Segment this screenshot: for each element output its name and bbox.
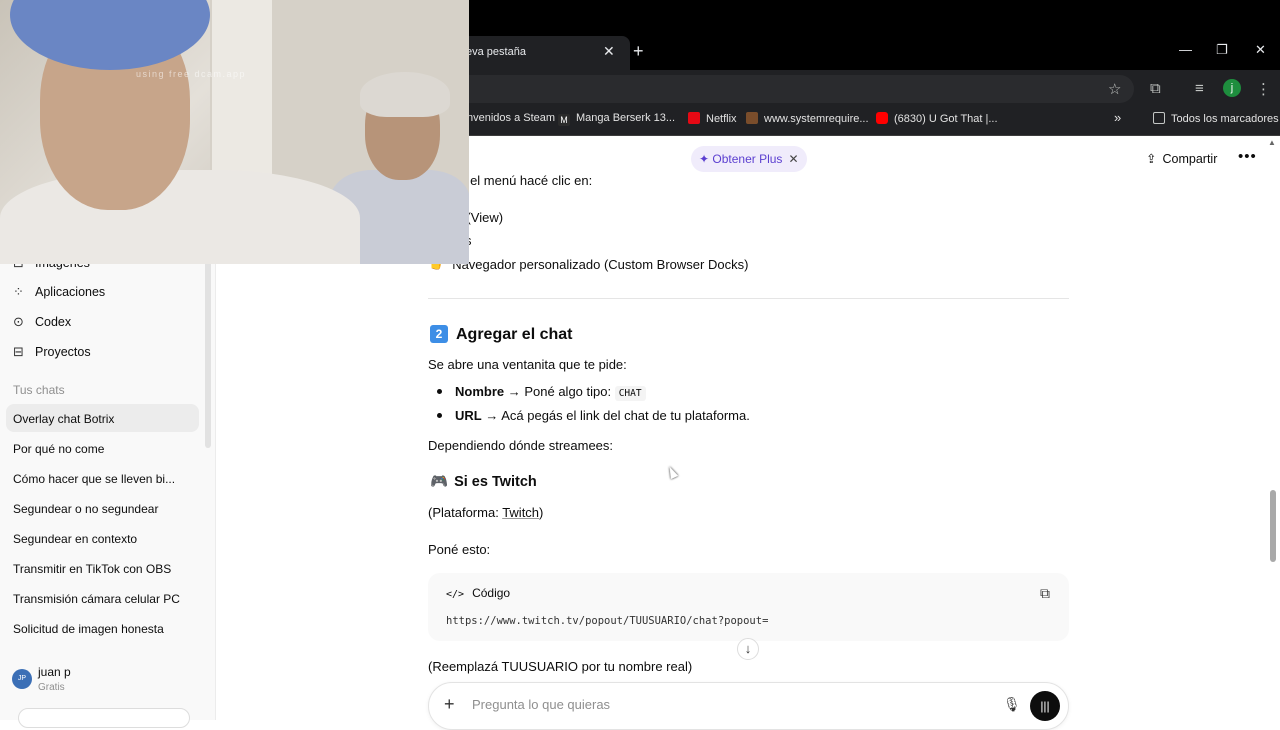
close-icon[interactable]: ✕	[788, 152, 798, 166]
profile-avatar[interactable]: j	[1223, 79, 1241, 97]
sidebar-item-aplicaciones[interactable]: ⁘ Aplicaciones	[13, 284, 105, 300]
bookmark-youtube[interactable]: (6830) U Got That |...	[876, 112, 998, 125]
bookmark-systemrequirements[interactable]: www.systemrequire...	[746, 112, 869, 125]
chat-item[interactable]: Transmitir en TikTok con OBS	[13, 562, 171, 576]
chat-item[interactable]: Segundear o no segundear	[13, 502, 158, 516]
inline-code: CHAT	[614, 386, 646, 401]
site-favicon-icon	[746, 112, 758, 124]
code-block	[428, 573, 1069, 641]
new-tab-button[interactable]: +	[633, 41, 644, 62]
user-plan: Gratis	[38, 682, 65, 693]
menu-instruction: en el menú hacé clic en:	[452, 173, 593, 188]
chat-item[interactable]: Solicitud de imagen honesta	[13, 622, 164, 636]
code-icon: </>	[446, 589, 465, 600]
bookmark-netflix[interactable]: Netflix	[688, 112, 737, 125]
divider	[428, 298, 1069, 299]
number-badge: 2	[430, 325, 448, 343]
webcam-watermark: using free dcam.app	[136, 69, 247, 79]
field-url: URL → Acá pegás el link del chat de tu p…	[455, 408, 750, 423]
depending-text: Dependiendo dónde streamees:	[428, 438, 614, 453]
all-bookmarks[interactable]: Todos los marcadores	[1153, 112, 1279, 125]
code-text: https://www.twitch.tv/popout/TUUSUARIO/c…	[446, 615, 769, 627]
user-avatar[interactable]: JP	[12, 669, 32, 689]
extensions-icon[interactable]: ⧉	[1150, 80, 1161, 97]
scroll-up-arrow-icon[interactable]: ▲	[1268, 138, 1276, 147]
manga-icon: M	[558, 114, 570, 126]
main-scrollbar[interactable]	[1270, 490, 1276, 562]
chat-item[interactable]: Cómo hacer que se lleven bi...	[13, 472, 175, 486]
bookmark-manga[interactable]: M Manga Berserk 13...	[558, 112, 675, 126]
browser-menu-icon[interactable]: ⋮	[1256, 80, 1271, 98]
more-options-icon[interactable]: •••	[1238, 148, 1257, 165]
bookmark-star-icon[interactable]: ☆	[1108, 80, 1121, 98]
put-this-text: Poné esto:	[428, 542, 491, 557]
close-window-button[interactable]: ✕	[1255, 42, 1266, 58]
user-name[interactable]: juan p	[38, 665, 71, 679]
voice-mode-button[interactable]: |||	[1030, 691, 1060, 721]
scroll-down-button[interactable]: ↓	[737, 638, 759, 660]
chats-section-title: Tus chats	[13, 383, 65, 397]
codex-icon: ⊙	[13, 314, 24, 329]
code-label: </> Código	[446, 586, 511, 600]
netflix-icon	[688, 112, 700, 124]
bullet	[437, 413, 442, 418]
field-nombre: Nombre → Poné algo tipo: CHAT	[455, 384, 646, 401]
media-controls-icon[interactable]: ≡	[1195, 80, 1204, 97]
menu-step: 👉 Navegador personalizado (Custom Browser…	[430, 257, 749, 272]
upgrade-button[interactable]	[18, 708, 190, 728]
chat-item[interactable]: Segundear en contexto	[13, 532, 137, 546]
microphone-icon[interactable]: 🎙	[1003, 696, 1021, 713]
share-button[interactable]: ⇪ Compartir	[1146, 151, 1217, 166]
add-attachment-icon[interactable]: +	[444, 694, 455, 715]
sidebar-item-codex[interactable]: ⊙ Codex	[13, 314, 71, 330]
bookmarks-overflow-icon[interactable]: »	[1114, 110, 1121, 125]
tab-close-icon[interactable]: ✕	[603, 43, 615, 60]
webcam-overlay: using free dcam.app	[0, 0, 469, 264]
youtube-icon	[876, 112, 888, 124]
section-intro: Se abre una ventanita que te pide:	[428, 357, 627, 372]
folder-icon	[1153, 112, 1165, 124]
twitch-heading: 🎮 Si es Twitch	[430, 474, 537, 490]
prompt-input[interactable]: Pregunta lo que quieras	[472, 697, 610, 712]
twitch-link[interactable]: Twitch	[502, 505, 539, 520]
apps-icon: ⁘	[13, 284, 24, 299]
bullet	[437, 389, 442, 394]
replace-note: (Reemplazá TUUSUARIO por tu nombre real)	[428, 659, 693, 674]
section-heading: 2 Agregar el chat	[430, 325, 572, 344]
chat-item[interactable]: Transmisión cámara celular PC	[13, 592, 180, 606]
share-icon: ⇪	[1146, 152, 1157, 166]
address-bar[interactable]	[440, 75, 1134, 103]
get-plus-button[interactable]: ✦ Obtener Plus ✕	[691, 146, 807, 172]
copy-icon[interactable]: ⧉	[1040, 585, 1050, 602]
tab-title: eva pestaña	[466, 46, 526, 58]
gamepad-icon: 🎮	[430, 474, 449, 490]
sidebar-item-proyectos[interactable]: ⊟ Proyectos	[13, 344, 91, 360]
minimize-button[interactable]: —	[1179, 42, 1192, 57]
chat-item[interactable]: Por qué no come	[13, 442, 104, 456]
chat-item[interactable]: Overlay chat Botrix	[13, 412, 114, 426]
mouse-cursor	[665, 464, 679, 480]
platform-line: (Plataforma: Twitch)	[428, 505, 544, 520]
maximize-button[interactable]: ❐	[1216, 42, 1228, 58]
folder-icon: ⊟	[13, 344, 24, 359]
bookmark-steam[interactable]: nvenidos a Steam	[467, 112, 555, 124]
